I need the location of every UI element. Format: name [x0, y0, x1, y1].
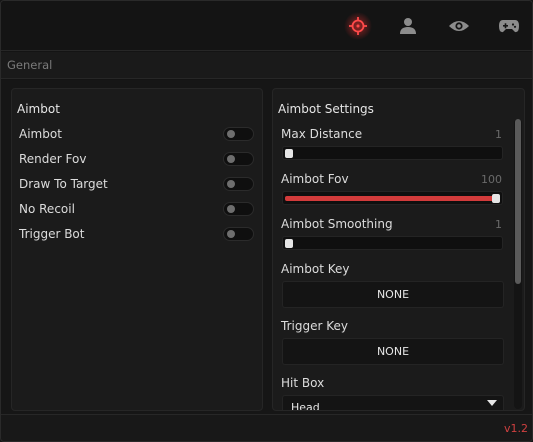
- crosshair-icon: [343, 11, 373, 41]
- section-header: General: [1, 52, 532, 79]
- gamepad-icon: [498, 18, 520, 34]
- aimbot-key-button[interactable]: NONE: [282, 281, 504, 308]
- aimbot-key-label: Aimbot Key: [281, 262, 350, 276]
- tab-player[interactable]: [393, 11, 423, 41]
- hit-box-dropdown[interactable]: Head: [282, 395, 504, 411]
- toggle-row-draw-to-target: Draw To Target: [12, 174, 262, 194]
- trigger-key-button[interactable]: NONE: [282, 338, 504, 365]
- footer-bar: v1.2: [1, 414, 532, 441]
- aimbot-smoothing-value: 1: [495, 218, 502, 231]
- toggle-row-trigger-bot: Trigger Bot: [12, 224, 262, 244]
- section-title: General: [7, 58, 53, 72]
- aimbot-fov-slider[interactable]: [282, 191, 503, 205]
- trigger-bot-toggle[interactable]: [223, 227, 254, 241]
- toggle-label: Draw To Target: [19, 177, 108, 191]
- toggle-knob: [227, 130, 235, 138]
- toggle-row-render-fov: Render Fov: [12, 149, 262, 169]
- toggle-knob: [227, 155, 235, 163]
- aimbot-fov-value: 100: [481, 173, 502, 186]
- tab-aimbot[interactable]: [343, 11, 373, 41]
- aimbot-fov-label: Aimbot Fov: [281, 172, 349, 186]
- hit-box-selected: Head: [291, 401, 320, 411]
- app-window: General Aimbot Aimbot Render Fov Draw To…: [0, 0, 533, 442]
- version-label: v1.2: [503, 422, 528, 435]
- slider-fill: [285, 196, 496, 201]
- aimbot-settings-panel: Aimbot Settings Max Distance 1 Aimbot Fo…: [272, 88, 525, 411]
- tab-visuals[interactable]: [444, 11, 474, 41]
- eye-icon: [448, 18, 470, 34]
- trigger-key-label: Trigger Key: [281, 319, 348, 333]
- max-distance-slider[interactable]: [282, 146, 503, 160]
- render-fov-toggle[interactable]: [223, 152, 254, 166]
- no-recoil-toggle[interactable]: [223, 202, 254, 216]
- toggle-row-no-recoil: No Recoil: [12, 199, 262, 219]
- user-icon: [398, 16, 418, 36]
- toggle-row-aimbot: Aimbot: [12, 124, 262, 144]
- toggle-knob: [227, 180, 235, 188]
- toggle-knob: [227, 205, 235, 213]
- scrollbar-thumb[interactable]: [515, 119, 521, 284]
- slider-handle[interactable]: [285, 149, 293, 158]
- settings-scrollbar[interactable]: [514, 119, 522, 409]
- settings-panel-title: Aimbot Settings: [278, 102, 374, 116]
- aimbot-panel-title: Aimbot: [17, 102, 60, 116]
- top-nav-bar: [1, 1, 532, 51]
- max-distance-label: Max Distance: [281, 127, 363, 141]
- toggle-label: Render Fov: [19, 152, 87, 166]
- tab-misc[interactable]: [494, 11, 524, 41]
- max-distance-value: 1: [495, 128, 502, 141]
- toggle-label: Aimbot: [19, 127, 62, 141]
- draw-to-target-toggle[interactable]: [223, 177, 254, 191]
- aimbot-smoothing-label: Aimbot Smoothing: [281, 217, 393, 231]
- slider-handle[interactable]: [285, 239, 293, 248]
- toggle-label: Trigger Bot: [19, 227, 85, 241]
- toggle-knob: [227, 230, 235, 238]
- aimbot-toggle[interactable]: [223, 127, 254, 141]
- aimbot-smoothing-slider[interactable]: [282, 236, 503, 250]
- hit-box-label: Hit Box: [281, 376, 325, 390]
- aimbot-panel: Aimbot Aimbot Render Fov Draw To Target …: [11, 88, 263, 411]
- chevron-down-icon: [487, 400, 497, 406]
- toggle-label: No Recoil: [19, 202, 75, 216]
- slider-handle[interactable]: [492, 194, 500, 203]
- content-area: Aimbot Aimbot Render Fov Draw To Target …: [1, 80, 532, 414]
